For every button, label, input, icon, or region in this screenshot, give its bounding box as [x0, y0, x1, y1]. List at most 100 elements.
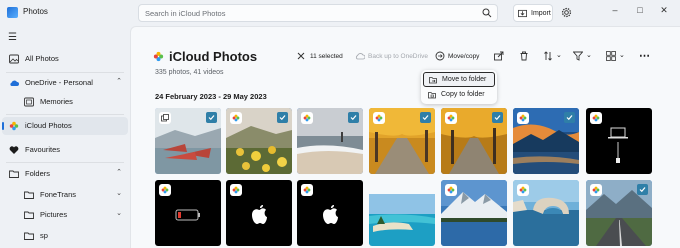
close-button[interactable]: ✕ — [656, 3, 672, 17]
main-pane: iCloud Photos 335 photos, 41 videos 24 F… — [130, 26, 680, 248]
icloud-photos-icon — [301, 184, 313, 196]
app-title: Photos — [23, 7, 48, 16]
maximize-button[interactable]: □ — [632, 3, 648, 17]
search-input[interactable]: Search in iCloud Photos — [138, 4, 498, 22]
folder-copy-icon — [428, 92, 436, 99]
selected-checkbox[interactable] — [420, 112, 431, 123]
backup-button[interactable]: Back up to OneDrive — [368, 53, 428, 65]
sidebar-item-label: FoneTrans — [40, 190, 76, 199]
delete-icon[interactable] — [519, 51, 529, 61]
sort-icon[interactable] — [543, 51, 553, 61]
sidebar-item-folders[interactable]: Folders ⌃ — [2, 165, 128, 183]
date-range-heading: 24 February 2023 - 29 May 2023 — [155, 92, 267, 101]
more-options-icon[interactable]: ⋯ — [639, 49, 650, 62]
chevron-down-icon[interactable]: ⌄ — [556, 51, 562, 63]
photo-tile[interactable] — [369, 180, 435, 246]
multi-photo-badge — [159, 112, 171, 124]
photo-tile[interactable] — [513, 180, 579, 246]
photo-tile[interactable] — [297, 180, 363, 246]
selected-checkbox[interactable] — [637, 184, 648, 195]
view-grid-icon[interactable] — [606, 51, 616, 61]
icloud-photos-icon — [517, 184, 529, 196]
sidebar-item-label: Folders — [25, 169, 51, 178]
folder-icon — [24, 232, 34, 240]
share-icon[interactable] — [494, 51, 504, 61]
photo-count: 335 photos, 41 videos — [155, 69, 224, 76]
menu-item-label: Move to folder — [442, 76, 487, 83]
photo-tile[interactable] — [441, 180, 507, 246]
photo-tile[interactable] — [369, 108, 435, 174]
chevron-down-icon[interactable]: ⌄ — [116, 189, 122, 197]
photo-tile[interactable] — [155, 180, 221, 246]
icloud-photos-icon — [9, 121, 19, 131]
selected-checkbox[interactable] — [206, 112, 217, 123]
photo-tile[interactable] — [226, 180, 292, 246]
sidebar-item-label: sp — [40, 231, 48, 240]
selected-count: 11 selected — [310, 53, 343, 60]
selected-checkbox[interactable] — [492, 112, 503, 123]
icloud-photos-icon — [445, 184, 457, 196]
sidebar-item-all-photos[interactable]: All Photos — [2, 50, 128, 68]
selected-checkbox[interactable] — [277, 112, 288, 123]
sidebar-item-label: iCloud Photos — [25, 121, 72, 130]
photo-tile[interactable] — [297, 108, 363, 174]
folder-icon — [24, 211, 34, 219]
selected-checkbox[interactable] — [348, 112, 359, 123]
sidebar-item-sp[interactable]: sp — [2, 227, 128, 245]
sidebar-item-memories[interactable]: Memories — [2, 93, 128, 111]
icloud-photos-icon — [153, 51, 164, 62]
close-selection-icon[interactable] — [297, 52, 305, 60]
photo-tile[interactable] — [586, 108, 652, 174]
import-button[interactable]: Import — [513, 4, 553, 22]
photo-tile[interactable] — [226, 108, 292, 174]
sidebar-item-label: Memories — [40, 97, 73, 106]
sidebar-item-favourites[interactable]: Favourites — [2, 141, 128, 159]
photos-icon — [9, 54, 19, 64]
sidebar-item-icloud-photos[interactable]: iCloud Photos — [2, 117, 128, 135]
chevron-down-icon[interactable]: ⌄ — [116, 209, 122, 217]
import-icon — [518, 9, 527, 18]
cloud-backup-icon — [355, 53, 365, 60]
import-label: Import — [531, 10, 551, 17]
hamburger-menu-icon[interactable]: ☰ — [8, 32, 17, 43]
sidebar-item-label: OneDrive - Personal — [25, 78, 93, 87]
chevron-up-icon[interactable]: ⌃ — [116, 168, 122, 176]
move-copy-icon — [435, 51, 445, 61]
photo-tile[interactable] — [513, 108, 579, 174]
chevron-up-icon[interactable]: ⌃ — [116, 77, 122, 85]
sidebar-item-label: Favourites — [25, 145, 61, 154]
cloud-icon — [10, 80, 19, 86]
icloud-photos-icon — [230, 184, 242, 196]
photo-tile[interactable] — [155, 108, 221, 174]
menu-item-label: Copy to folder — [441, 91, 485, 98]
icloud-photos-icon — [301, 112, 313, 124]
chevron-down-icon[interactable]: ⌄ — [586, 51, 592, 63]
folder-move-icon — [429, 77, 437, 84]
page-title: iCloud Photos — [169, 49, 258, 64]
search-placeholder: Search in iCloud Photos — [145, 9, 226, 18]
sidebar-item-fonetrans[interactable]: FoneTrans ⌄ — [2, 186, 128, 204]
search-icon[interactable] — [482, 8, 492, 18]
sidebar-item-label: All Photos — [25, 54, 59, 63]
photo-tile[interactable] — [586, 180, 652, 246]
selected-checkbox[interactable] — [564, 112, 575, 123]
move-copy-button[interactable]: Move/copy — [448, 53, 479, 65]
icloud-photos-icon — [230, 112, 242, 124]
photo-tile[interactable] — [441, 108, 507, 174]
heart-icon — [9, 146, 19, 154]
chevron-down-icon[interactable]: ⌄ — [619, 51, 625, 63]
sidebar-divider — [6, 114, 124, 115]
sidebar-item-label: Pictures — [40, 210, 68, 219]
sidebar-item-onedrive[interactable]: OneDrive - Personal ⌃ — [2, 74, 128, 92]
menu-item-copy-to-folder[interactable]: Copy to folder — [423, 88, 495, 103]
filter-icon[interactable] — [573, 51, 583, 61]
sidebar-divider — [6, 162, 124, 163]
title-bar: Photos Search in iCloud Photos Import – … — [0, 0, 680, 26]
icloud-photos-icon — [159, 184, 171, 196]
menu-item-move-to-folder[interactable]: Move to folder — [423, 72, 495, 87]
minimize-button[interactable]: – — [607, 3, 623, 17]
sidebar-item-pictures[interactable]: Pictures ⌄ — [2, 206, 128, 224]
move-copy-menu: Move to folder Copy to folder — [421, 70, 497, 104]
memories-icon — [24, 97, 34, 107]
gear-icon[interactable] — [561, 7, 572, 18]
